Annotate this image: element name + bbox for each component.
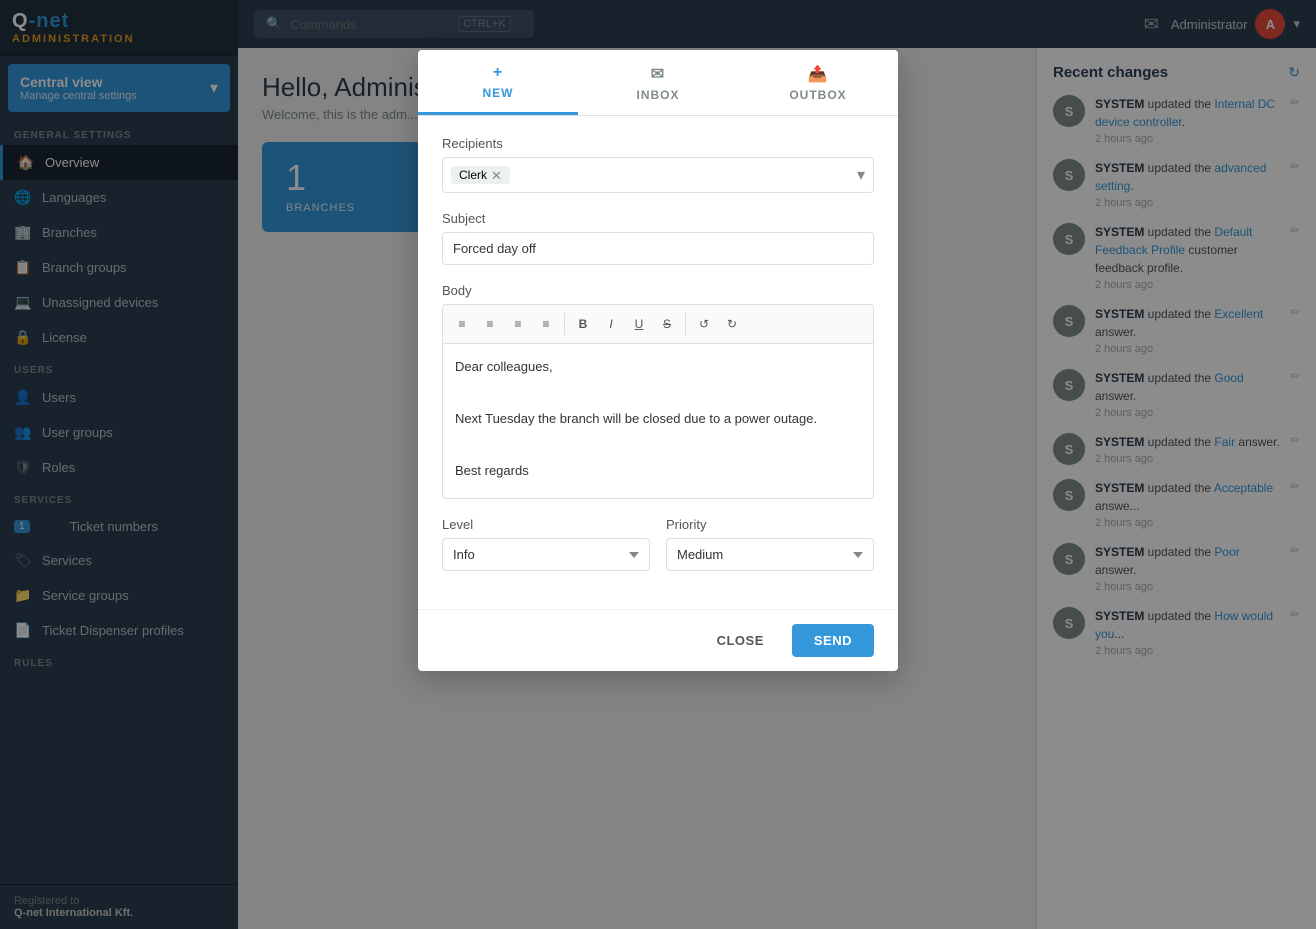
new-tab-icon: +	[493, 64, 503, 82]
tab-outbox-label: OUTBOX	[789, 88, 846, 102]
editor-toolbar: ≡ ≡ ≡ ≡ B I U S ↺ ↻	[442, 304, 874, 343]
tab-outbox[interactable]: 📤 OUTBOX	[738, 50, 898, 115]
recipient-name: Clerk	[459, 168, 487, 182]
recipients-field[interactable]: Clerk ✕ ▾	[442, 157, 874, 193]
recipients-dropdown-icon[interactable]: ▾	[857, 165, 865, 185]
align-left-btn[interactable]: ≡	[449, 311, 475, 337]
tab-inbox[interactable]: ✉ INBOX	[578, 50, 738, 115]
outbox-tab-icon: 📤	[808, 64, 829, 84]
tab-inbox-label: INBOX	[636, 88, 679, 102]
level-priority-row: Level Info Warning Critical Priority Low…	[442, 517, 874, 589]
toolbar-separator-2	[685, 313, 686, 335]
strikethrough-btn[interactable]: S	[654, 311, 680, 337]
level-label: Level	[442, 517, 650, 532]
justify-btn[interactable]: ≡	[533, 311, 559, 337]
tab-new[interactable]: + NEW	[418, 50, 578, 115]
level-select[interactable]: Info Warning Critical	[442, 538, 650, 571]
recipients-group: Recipients Clerk ✕ ▾	[442, 136, 874, 193]
align-center-btn[interactable]: ≡	[477, 311, 503, 337]
recipients-label: Recipients	[442, 136, 874, 151]
tab-new-label: NEW	[483, 86, 514, 100]
italic-btn[interactable]: I	[598, 311, 624, 337]
priority-group: Priority Low Medium High	[666, 517, 874, 571]
modal-body: Recipients Clerk ✕ ▾ Subject Body ≡	[418, 116, 898, 609]
bold-btn[interactable]: B	[570, 311, 596, 337]
modal-overlay[interactable]: + NEW ✉ INBOX 📤 OUTBOX Recipients Clerk …	[0, 0, 1316, 929]
compose-modal: + NEW ✉ INBOX 📤 OUTBOX Recipients Clerk …	[418, 50, 898, 671]
close-button[interactable]: CLOSE	[699, 624, 782, 657]
align-right-btn[interactable]: ≡	[505, 311, 531, 337]
priority-label: Priority	[666, 517, 874, 532]
modal-tabs: + NEW ✉ INBOX 📤 OUTBOX	[418, 50, 898, 116]
inbox-tab-icon: ✉	[651, 64, 665, 84]
send-button[interactable]: SEND	[792, 624, 874, 657]
body-group: Body ≡ ≡ ≡ ≡ B I U S ↺ ↻ Dear colleagues…	[442, 283, 874, 499]
subject-input[interactable]	[442, 232, 874, 265]
body-label: Body	[442, 283, 874, 298]
undo-btn[interactable]: ↺	[691, 311, 717, 337]
modal-footer: CLOSE SEND	[418, 609, 898, 671]
toolbar-separator	[564, 313, 565, 335]
redo-btn[interactable]: ↻	[719, 311, 745, 337]
subject-group: Subject	[442, 211, 874, 265]
body-editor[interactable]: Dear colleagues, Next Tuesday the branch…	[442, 343, 874, 499]
subject-label: Subject	[442, 211, 874, 226]
recipient-remove-btn[interactable]: ✕	[491, 169, 502, 182]
level-group: Level Info Warning Critical	[442, 517, 650, 571]
priority-select[interactable]: Low Medium High	[666, 538, 874, 571]
recipient-tag: Clerk ✕	[451, 166, 510, 184]
underline-btn[interactable]: U	[626, 311, 652, 337]
